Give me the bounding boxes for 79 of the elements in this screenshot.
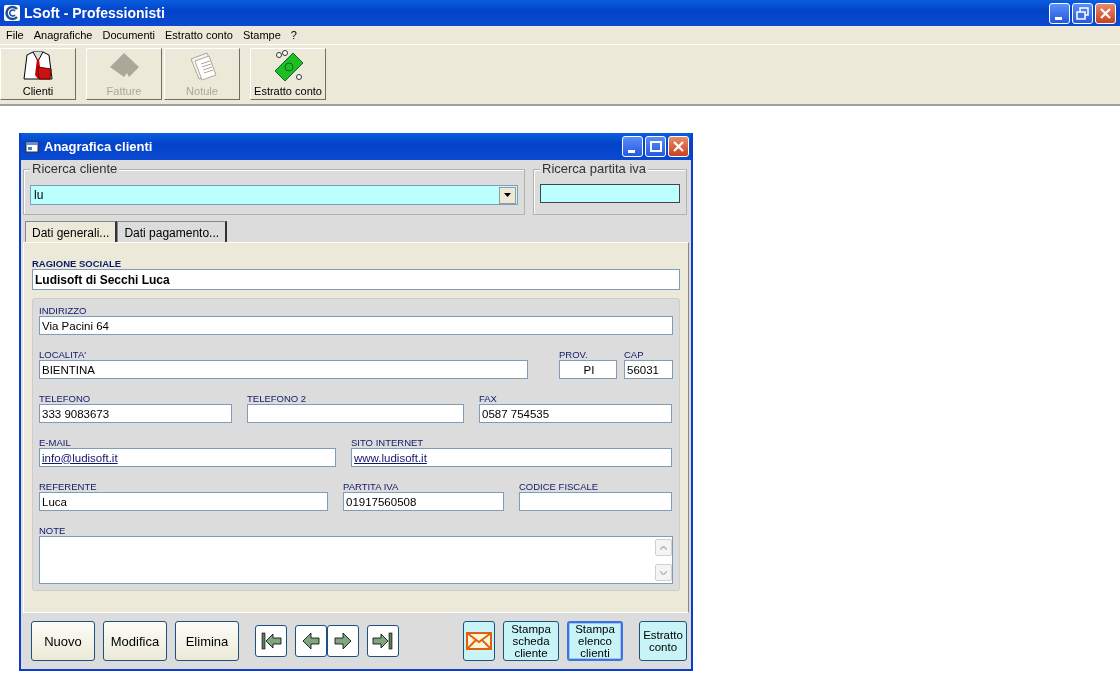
input-field[interactable]: 01917560508 [343, 492, 504, 511]
vat-search-field[interactable] [540, 184, 680, 203]
input-field[interactable]: www.ludisoft.it [351, 448, 672, 467]
button[interactable]: Nuovo [31, 621, 95, 661]
minimize-icon [627, 150, 635, 153]
field-label: CAP [624, 349, 645, 360]
close-icon [1100, 7, 1111, 19]
input-field[interactable]: 56031 [624, 360, 673, 379]
tab[interactable]: Dati generali... [25, 221, 118, 242]
input-field[interactable] [519, 492, 672, 511]
menu-item[interactable]: Anagrafiche [29, 29, 99, 41]
arrow-left-icon [300, 630, 322, 652]
field-label: TELEFONO [39, 393, 92, 404]
input-field[interactable]: PI [559, 360, 617, 379]
button[interactable]: Estratto conto [639, 621, 687, 661]
close-button[interactable] [668, 136, 689, 157]
button[interactable]: Modifica [103, 621, 167, 661]
minimize-button[interactable] [1049, 2, 1070, 24]
field-label: CODICE FISCALE [519, 481, 600, 492]
input-field[interactable]: BIENTINA [39, 360, 528, 379]
dialog-title: Anagrafica clienti [44, 139, 154, 154]
menu-item[interactable]: Estratto conto [161, 29, 239, 41]
close-button[interactable] [1095, 2, 1116, 24]
envelope-icon [466, 632, 492, 650]
link[interactable]: www.ludisoft.it [354, 451, 427, 464]
minimize-button[interactable] [622, 136, 643, 157]
skip-first-icon [260, 630, 282, 652]
field-label: PROV. [559, 349, 589, 360]
menu-item[interactable]: ? [286, 29, 303, 41]
maximize-button[interactable] [645, 136, 666, 157]
menu-item[interactable]: Stampe [238, 29, 287, 41]
field-label: SITO INTERNET [351, 437, 425, 448]
company-name-field[interactable]: Ludisoft di Secchi Luca [32, 269, 680, 290]
skip-last-icon [372, 630, 394, 652]
field-label: NOTE [39, 525, 67, 536]
menu-item[interactable]: Documenti [98, 29, 162, 41]
search-combo-box[interactable]: lu [30, 185, 518, 205]
input-field[interactable]: info@ludisoft.it [39, 448, 336, 467]
chevron-down-icon [660, 570, 667, 575]
field-label: LOCALITA' [39, 349, 88, 360]
field-label: PARTITA IVA [343, 481, 400, 492]
input-field[interactable]: 0587 754535 [479, 404, 672, 423]
field-label: REFERENTE [39, 481, 98, 492]
email-button[interactable] [463, 621, 495, 661]
menu-item[interactable]: File [2, 29, 30, 41]
caret-icon [504, 193, 511, 197]
navigation-button[interactable] [255, 625, 287, 657]
group-label: Ricerca cliente [30, 161, 120, 176]
tab[interactable]: Dati pagamento... [117, 221, 228, 242]
button[interactable]: Stampa elenco clienti [567, 621, 623, 661]
navigation-button[interactable] [327, 625, 359, 657]
field-label: E-MAIL [39, 437, 72, 448]
link[interactable]: info@ludisoft.it [42, 451, 118, 464]
restore-button[interactable] [1072, 2, 1093, 24]
input-field[interactable]: Luca [39, 492, 328, 511]
app-logo-icon [4, 5, 20, 21]
button[interactable]: Elimina [175, 621, 239, 661]
minimize-icon [1054, 16, 1062, 20]
window-title: LSoft - Professionisti [24, 5, 166, 21]
field-label: RAGIONE SOCIALE [32, 258, 123, 269]
group-label: Ricerca partita iva [540, 161, 649, 176]
field-label: INDIRIZZO [39, 305, 88, 316]
dropdown-button[interactable] [499, 186, 516, 204]
maximize-icon [649, 141, 662, 152]
restore-icon [1076, 6, 1089, 20]
chevron-up-icon [660, 545, 667, 550]
close-icon [673, 141, 684, 152]
toolbar-button[interactable]: Estratto conto [250, 48, 326, 100]
input-field[interactable] [247, 404, 464, 423]
field-label: TELEFONO 2 [247, 393, 308, 404]
window-icon [25, 139, 39, 154]
input-field[interactable]: Via Pacini 64 [39, 316, 673, 335]
button[interactable]: Stampa scheda cliente [503, 621, 559, 661]
toolbar-button[interactable]: Clienti [0, 48, 76, 100]
navigation-button[interactable] [295, 625, 327, 657]
navigation-button[interactable] [367, 625, 399, 657]
arrow-right-icon [332, 630, 354, 652]
field-label: FAX [479, 393, 498, 404]
input-field[interactable]: 333 9083673 [39, 404, 232, 423]
